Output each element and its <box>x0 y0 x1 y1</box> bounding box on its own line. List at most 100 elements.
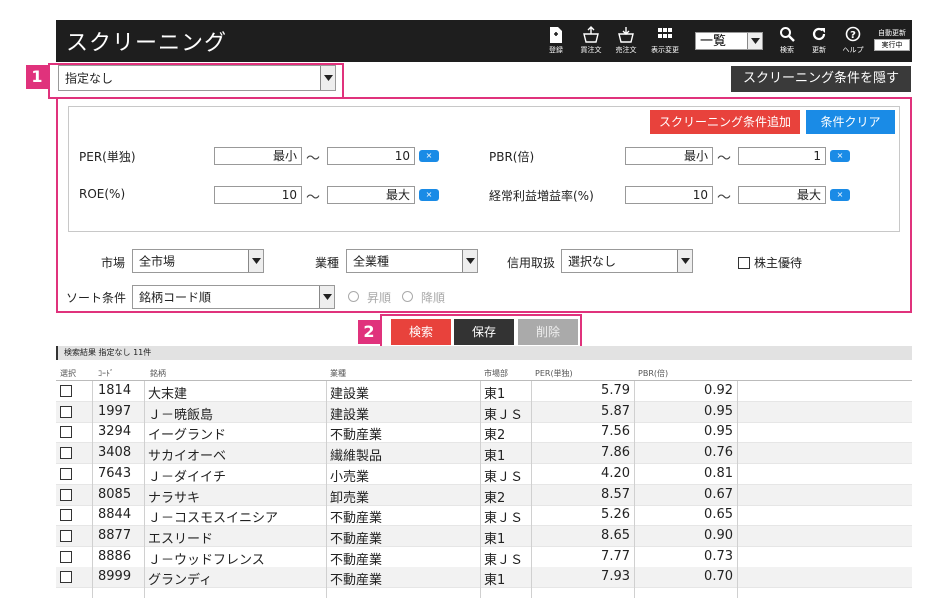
row-select-checkbox[interactable] <box>60 550 72 563</box>
chevron-down-icon <box>677 250 692 272</box>
auto-update: 自動更新 実行中 <box>874 29 910 51</box>
sort-select[interactable]: 銘柄コード順 <box>132 285 335 309</box>
range-separator: 〜 <box>306 151 320 167</box>
cell-per: 7.86 <box>601 445 630 461</box>
delete-button[interactable]: 削除 <box>518 319 578 345</box>
cell-per: 5.26 <box>601 507 630 523</box>
per-max-input[interactable]: 10 <box>327 147 415 165</box>
row-select-checkbox[interactable] <box>60 385 72 397</box>
clear-conditions-button[interactable]: 条件クリア <box>806 110 895 134</box>
save-button[interactable]: 保存 <box>454 319 514 345</box>
table-row[interactable]: 8877 エスリード 不動産業 東1 8.65 0.90 <box>56 525 912 547</box>
cell-code: 8999 <box>98 569 132 585</box>
cell-name[interactable]: グランディ <box>148 569 212 588</box>
app-header: スクリーニング 登録 買注文 売注文 表示変更 一覧 検索 更新 ? ヘルプ 自… <box>56 20 912 62</box>
profit-growth-remove-button[interactable]: × <box>830 189 850 201</box>
cell-name[interactable]: Ｊ－ウッドフレンス <box>148 549 265 568</box>
auto-update-toggle[interactable]: 実行中 <box>874 39 910 51</box>
cell-code: 1997 <box>98 403 132 419</box>
cell-industry: 不動産業 <box>330 511 383 527</box>
column-header: 銘柄 <box>150 369 166 378</box>
column-divider <box>92 381 93 598</box>
preset-select[interactable]: 指定なし <box>58 65 336 91</box>
margin-label: 信用取扱 <box>507 256 556 270</box>
cell-industry: 建設業 <box>330 407 370 423</box>
profit-growth-label: 経常利益増益率(%) <box>489 189 594 203</box>
close-icon: × <box>836 151 844 160</box>
row-select-checkbox[interactable] <box>60 488 72 501</box>
row-select-checkbox[interactable] <box>60 467 72 480</box>
view-select[interactable]: 一覧 <box>695 32 763 50</box>
pbr-min-input[interactable]: 最小 <box>625 147 713 165</box>
table-row[interactable]: 1997 Ｊ－暁飯島 建設業 東ＪＳ 5.87 0.95 <box>56 401 912 423</box>
margin-select[interactable]: 選択なし <box>561 249 693 273</box>
roe-min-input[interactable]: 10 <box>214 186 302 204</box>
table-row[interactable]: 8844 Ｊ－コスモスイニシア 不動産業 東ＪＳ 5.26 0.65 <box>56 505 912 527</box>
cell-name[interactable]: イーグランド <box>148 424 226 443</box>
industry-select[interactable]: 全業種 <box>346 249 478 273</box>
cell-market: 東1 <box>484 449 506 465</box>
register-button[interactable]: 登録 <box>541 26 571 55</box>
cell-pbr: 0.95 <box>704 424 733 440</box>
display-change-icon <box>650 26 680 46</box>
cell-industry: 繊維製品 <box>330 449 383 465</box>
buy-order-button[interactable]: 買注文 <box>576 26 606 55</box>
cell-industry: 不動産業 <box>330 573 383 589</box>
per-min-input[interactable]: 最小 <box>214 147 302 165</box>
table-row[interactable]: 3408 サカイオーベ 繊維製品 東1 7.86 0.76 <box>56 443 912 465</box>
cell-market: 東2 <box>484 490 506 506</box>
svg-text:?: ? <box>850 30 856 41</box>
table-row[interactable]: 1814 大末建 建設業 東1 5.79 0.92 <box>56 381 912 402</box>
table-row[interactable]: 8886 Ｊ－ウッドフレンス 不動産業 東ＪＳ 7.77 0.73 <box>56 547 912 568</box>
column-divider <box>737 381 738 598</box>
cell-name[interactable]: Ｊ－暁飯島 <box>148 404 213 423</box>
table-row[interactable]: 8085 ナラサキ 卸売業 東2 8.57 0.67 <box>56 484 912 506</box>
add-condition-button[interactable]: スクリーニング条件追加 <box>650 110 800 134</box>
row-select-checkbox[interactable] <box>60 529 72 542</box>
column-header: 業種 <box>330 369 346 378</box>
search-button[interactable]: 検索 <box>391 319 451 345</box>
refresh-icon <box>804 26 834 46</box>
profit-growth-max-input[interactable]: 最大 <box>738 186 826 204</box>
roe-remove-button[interactable]: × <box>419 189 439 201</box>
industry-label: 業種 <box>315 256 340 270</box>
chevron-down-icon <box>248 250 263 272</box>
cell-market: 東1 <box>484 531 506 547</box>
roe-label: ROE(%) <box>79 187 126 201</box>
pbr-remove-button[interactable]: × <box>830 150 850 162</box>
help-button[interactable]: ? ヘルプ <box>838 26 868 55</box>
table-row[interactable]: 3294 イーグランド 不動産業 東2 7.56 0.95 <box>56 422 912 444</box>
cell-name[interactable]: 大末建 <box>148 383 187 402</box>
chevron-down-icon <box>319 286 334 308</box>
pbr-max-input[interactable]: 1 <box>738 147 826 165</box>
cell-pbr: 0.73 <box>704 548 733 564</box>
table-row[interactable]: 7643 Ｊ－ダイイチ 小売業 東ＪＳ 4.20 0.81 <box>56 464 912 485</box>
ascending-radio[interactable] <box>348 291 359 302</box>
pbr-label: PBR(倍) <box>489 150 535 164</box>
cell-pbr: 0.67 <box>704 486 733 502</box>
cell-name[interactable]: ナラサキ <box>148 487 200 506</box>
per-remove-button[interactable]: × <box>419 150 439 162</box>
cell-name[interactable]: サカイオーベ <box>148 445 226 464</box>
hide-conditions-button[interactable]: スクリーニング条件を隠す <box>731 66 911 92</box>
shareholder-benefit-label: 株主優待 <box>754 256 803 270</box>
descending-radio[interactable] <box>402 291 413 302</box>
row-select-checkbox[interactable] <box>60 447 72 460</box>
sell-order-icon <box>611 26 641 46</box>
profit-growth-min-input[interactable]: 10 <box>625 186 713 204</box>
cell-name[interactable]: Ｊ－コスモスイニシア <box>148 507 278 526</box>
row-select-checkbox[interactable] <box>60 426 72 439</box>
cell-name[interactable]: エスリード <box>148 528 213 547</box>
table-row[interactable]: 8999 グランディ 不動産業 東1 7.93 0.70 <box>56 567 912 589</box>
row-select-checkbox[interactable] <box>60 405 72 418</box>
shareholder-benefit-checkbox[interactable] <box>738 257 750 269</box>
sell-order-button[interactable]: 売注文 <box>611 26 641 55</box>
range-separator: 〜 <box>717 151 731 167</box>
row-select-checkbox[interactable] <box>60 509 72 522</box>
row-select-checkbox[interactable] <box>60 571 72 584</box>
cell-name[interactable]: Ｊ－ダイイチ <box>148 466 226 485</box>
market-select[interactable]: 全市場 <box>132 249 264 273</box>
display-change-button[interactable]: 表示変更 <box>650 26 680 55</box>
roe-max-input[interactable]: 最大 <box>327 186 415 204</box>
column-header: 市場部 <box>484 369 508 378</box>
